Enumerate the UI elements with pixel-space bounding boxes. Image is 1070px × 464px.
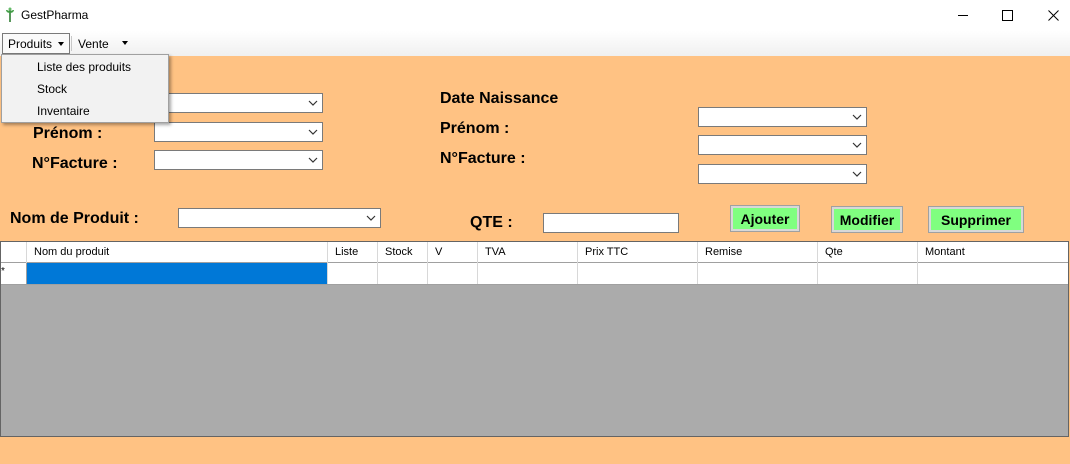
close-button[interactable] [1030, 0, 1070, 31]
chevron-down-icon [308, 100, 318, 106]
column-header[interactable]: Prix TTC [578, 242, 698, 263]
qte-input[interactable] [543, 213, 679, 233]
chevron-down-icon [308, 157, 318, 163]
minimize-icon [957, 15, 968, 16]
dropdown-arrow-icon [58, 42, 64, 46]
menu-produits-label: Produits [8, 36, 53, 51]
chevron-down-icon [366, 215, 376, 221]
column-header[interactable]: Liste [328, 242, 378, 263]
table-cell[interactable] [328, 263, 378, 284]
table-cell[interactable] [428, 263, 478, 284]
column-header[interactable]: Remise [698, 242, 818, 263]
new-row-marker: * [1, 263, 27, 284]
table-cell[interactable] [578, 263, 698, 284]
table-cell[interactable] [818, 263, 918, 284]
chevron-down-icon [852, 142, 862, 148]
menu-item-inventaire[interactable]: Inventaire [2, 100, 168, 122]
menu-item-stock[interactable]: Stock [2, 78, 168, 100]
facture-combo[interactable] [154, 150, 323, 170]
nom-produit-combo[interactable] [178, 208, 381, 228]
date-naissance-label: Date Naissance [440, 90, 559, 107]
column-header[interactable]: Nom du produit [27, 242, 328, 263]
column-header[interactable]: Qte [818, 242, 918, 263]
column-header[interactable]: TVA [478, 242, 578, 263]
column-header[interactable]: Stock [378, 242, 428, 263]
prenom-combo[interactable] [154, 122, 323, 142]
sales-grid[interactable]: Nom du produit Liste Stock V TVA Prix TT… [0, 241, 1069, 437]
produits-dropdown-menu: Liste des produits Stock Inventaire [1, 54, 169, 123]
close-icon [1047, 10, 1059, 21]
table-cell[interactable] [478, 263, 578, 284]
column-header[interactable]: Montant [918, 242, 1068, 263]
window-title: GestPharma [21, 8, 89, 22]
modifier-button[interactable]: Modifier [831, 206, 903, 233]
title-bar: GestPharma [0, 0, 1070, 31]
column-header[interactable]: V [428, 242, 478, 263]
row-header-corner [1, 242, 27, 263]
facture-combo-right[interactable] [698, 164, 867, 184]
left-top-combo[interactable] [154, 93, 323, 113]
qte-label: QTE : [470, 214, 513, 231]
chevron-down-icon [852, 114, 862, 120]
chevron-down-icon [852, 171, 862, 177]
table-cell[interactable] [27, 263, 328, 284]
supprimer-button[interactable]: Supprimer [928, 206, 1024, 233]
nom-produit-label: Nom de Produit : [10, 210, 139, 227]
date-naissance-combo[interactable] [698, 107, 867, 127]
table-cell[interactable] [918, 263, 1068, 284]
dropdown-arrow-icon [122, 41, 128, 45]
minimize-button[interactable] [940, 0, 986, 31]
maximize-button[interactable] [984, 0, 1030, 31]
table-cell[interactable] [378, 263, 428, 284]
facture-label-right: N°Facture : [440, 150, 526, 167]
menu-vente[interactable]: Vente [73, 33, 133, 54]
prenom-combo-right[interactable] [698, 135, 867, 155]
maximize-icon [1001, 10, 1013, 21]
grid-header: Nom du produit Liste Stock V TVA Prix TT… [1, 242, 1068, 263]
prenom-label-right: Prénom : [440, 120, 510, 137]
menu-item-liste-produits[interactable]: Liste des produits [2, 56, 168, 78]
chevron-down-icon [308, 129, 318, 135]
ajouter-button[interactable]: Ajouter [730, 205, 800, 232]
pharmacy-plant-icon [6, 7, 14, 22]
table-row[interactable]: * [1, 263, 1068, 285]
menu-vente-label: Vente [78, 36, 109, 51]
prenom-label: Prénom : [33, 125, 103, 142]
menu-produits[interactable]: Produits [2, 33, 70, 54]
menu-separator [71, 36, 72, 51]
facture-label: N°Facture : [32, 155, 118, 172]
menu-bar: Produits Vente [0, 31, 1070, 56]
table-cell[interactable] [698, 263, 818, 284]
